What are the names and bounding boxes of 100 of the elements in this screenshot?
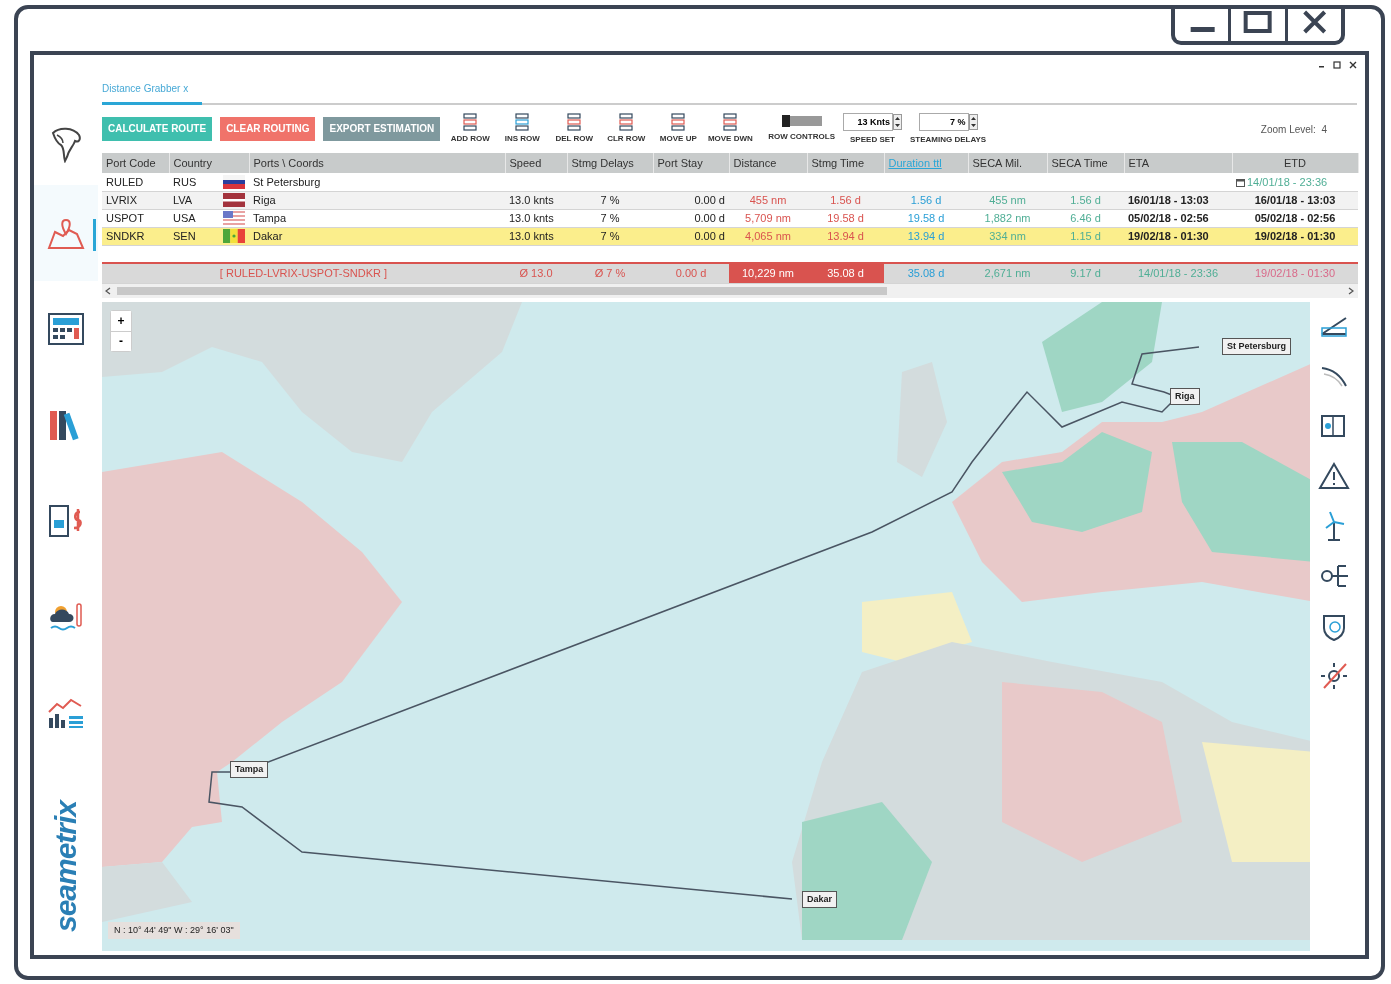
coordinates-readout: N : 10° 44' 49" W : 29° 16' 03" [108, 921, 240, 939]
table-cell: 6.46 d [1070, 211, 1101, 224]
table-cell-text: LVA [173, 192, 193, 208]
flag-icon [223, 229, 245, 243]
table-cell: 0.00 d [694, 193, 725, 206]
row-tool-button[interactable]: MOVE UP [656, 113, 701, 145]
table-row[interactable]: USPOT USA Tampa 13.0 knts 7 % 0.00 d 5,709 nm 19.58 d 19.58 d 1,882 nm 6.46 d 05/02/18 - 02:56 05/02/18 - 02:56 [102, 209, 1358, 227]
table-cell: 19/02/18 - 01:30 [1254, 229, 1336, 242]
table-cell: 1.56 d [910, 193, 942, 206]
calendar-icon[interactable] [1236, 177, 1245, 187]
flag-icon [223, 174, 245, 189]
spinner-icon[interactable] [893, 113, 902, 130]
table-cell: 19.58 d [907, 211, 945, 224]
row-controls-icon[interactable] [781, 115, 822, 127]
table-cell: Tampa [249, 209, 505, 227]
summary-cell: Ø 7 % [594, 267, 626, 279]
number-field[interactable]: 13 Knts [843, 112, 893, 131]
number-field[interactable]: 7 % [918, 112, 969, 131]
table-cell-text: RUS [173, 174, 197, 190]
row-tool-button[interactable]: CLR ROW [604, 113, 649, 145]
table-cell: 13.0 knts [509, 211, 554, 224]
column-header[interactable]: Port Stay [653, 153, 729, 173]
summary-cell: 35.08 d [827, 267, 864, 279]
logo: seametrix [48, 800, 84, 932]
table-cell: St Petersburg [249, 173, 505, 191]
spinner-icon[interactable] [968, 113, 978, 130]
table-cell: 1.56 d [1070, 193, 1101, 206]
table-cell: 5,709 nm [745, 211, 791, 224]
zoom-level: Zoom Level: 4 [1260, 122, 1327, 137]
table-row[interactable]: LVRIX LVA Riga 13.0 knts 7 % 0.00 d 455 nm 1.56 d 1.56 d 455 nm 1.56 d 16/01/18 - 13:03 16/01/18 - 13:03 [102, 191, 1358, 209]
field-label: STEAMING DELAYS [910, 133, 987, 146]
table-cell: 19.58 d [827, 211, 864, 224]
column-header[interactable]: SECA Time [1047, 153, 1124, 173]
calculator-icon [47, 312, 85, 346]
summary-cell: 19/02/18 - 01:30 [1254, 267, 1336, 279]
column-header[interactable]: Port Code [102, 153, 169, 173]
column-header[interactable]: ETD [1232, 153, 1358, 173]
row-tool-button[interactable]: DEL ROW [552, 113, 597, 145]
column-header[interactable]: Stmg Delays [567, 153, 653, 173]
table-cell: 16/01/18 - 13:03 [1128, 193, 1209, 206]
document-dollar-icon [47, 504, 85, 538]
table-cell-text: SEN [173, 228, 196, 244]
zoom-button[interactable]: - [111, 330, 131, 351]
table-cell: USPOT [102, 209, 169, 227]
control-label: ROW CONTROLS [768, 131, 835, 143]
table-cell: 7 % [600, 229, 620, 242]
table-cell: RULED [102, 173, 169, 191]
table-cell: 1.56 d [830, 193, 861, 206]
column-header[interactable]: SECA Mil. [968, 153, 1047, 173]
table-cell: 13.0 knts [509, 193, 554, 206]
table-cell: 0.00 d [694, 211, 725, 224]
column-header[interactable]: Speed [505, 153, 567, 173]
route-summary: [ RULED-LVRIX-USPOT-SNDKR ] [219, 267, 388, 279]
table-cell: 4,065 nm [745, 229, 791, 242]
column-header[interactable]: Distance [729, 153, 807, 173]
rows-icon [618, 113, 635, 131]
row-tool-button[interactable]: INS ROW [500, 113, 545, 145]
flag-icon [223, 193, 245, 207]
table-cell: 1,882 nm [984, 211, 1031, 224]
table-cell: 13.0 knts [509, 229, 554, 242]
table-cell: 19/02/18 - 01:30 [1128, 229, 1209, 242]
table-cell: 334 nm [989, 229, 1026, 242]
table-cell: 13.94 d [827, 229, 864, 242]
scroll-left-icon[interactable] [105, 286, 111, 295]
column-header[interactable]: Stmg Time [807, 153, 884, 173]
row-tool-button[interactable]: MOVE DWN [708, 113, 753, 145]
flag-icon [223, 211, 245, 225]
summary-cell: 10,229 nm [742, 267, 794, 279]
table-row[interactable]: SNDKR SEN Dakar 13.0 knts 7 % 0.00 d 4,065 nm 13.94 d 13.94 d 334 nm 1.15 d 19/02/18 - 01:30 19/02/18 - 01:30 [102, 227, 1358, 245]
port-label[interactable]: Tampa [230, 760, 269, 778]
map-view[interactable]: St Petersburg Riga Tampa Dakar + - N : 10° 44' 49" W : 29° 16' 03" [102, 301, 1311, 951]
column-header[interactable]: ETA [1124, 153, 1232, 173]
maximize-icon[interactable] [1333, 61, 1341, 69]
close-icon[interactable] [1349, 61, 1357, 69]
scroll-right-icon[interactable] [1348, 286, 1354, 295]
table-cell: 14/01/18 - 23:36 [1247, 175, 1328, 188]
table-cell-text: USA [173, 210, 196, 226]
table-cell: 0.00 d [694, 229, 725, 242]
table-row[interactable]: RULED RUS St Petersburg 14/01/18 - 23:36 [102, 173, 1358, 191]
table-cell: 7 % [600, 193, 620, 206]
column-header[interactable]: Country [169, 153, 249, 173]
summary-cell: 0.00 d [675, 267, 707, 279]
summary-cell: Ø 13.0 [519, 267, 553, 279]
column-header[interactable]: Ports \ Coords [249, 153, 505, 173]
row-tool-button[interactable]: ADD ROW [448, 113, 493, 145]
summary-cell: 14/01/18 - 23:36 [1137, 267, 1219, 279]
rows-icon [462, 113, 479, 131]
table-cell: 05/02/18 - 02:56 [1254, 211, 1336, 224]
rows-icon [670, 113, 687, 131]
table-cell: 13.94 d [907, 229, 945, 242]
port-label[interactable]: Riga [1170, 387, 1200, 405]
rows-icon [722, 113, 739, 131]
summary-cell: 2,671 nm [984, 267, 1031, 279]
table-cell: 455 nm [989, 193, 1026, 206]
table-cell: 05/02/18 - 02:56 [1128, 211, 1209, 224]
summary-cell: 35.08 d [907, 267, 945, 279]
summary-cell: 9.17 d [1070, 267, 1101, 279]
port-label[interactable]: St Petersburg [1222, 337, 1291, 355]
table-cell: 455 nm [749, 193, 787, 206]
chart-icon [47, 696, 85, 730]
